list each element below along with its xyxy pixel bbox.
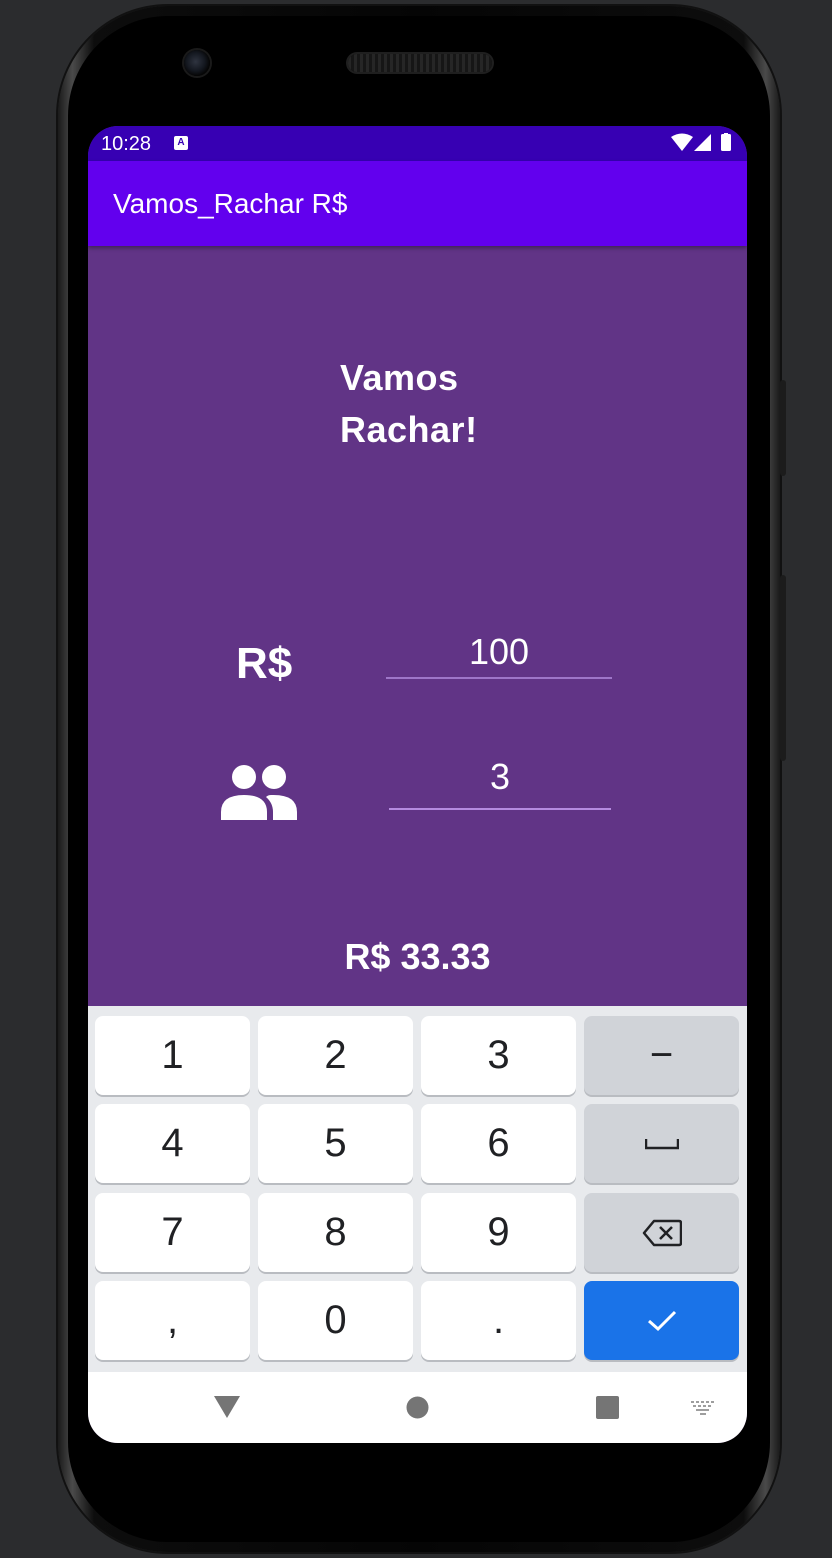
key-done[interactable] (584, 1281, 739, 1360)
amount-label: R$ (236, 639, 293, 688)
keyboard-icon[interactable] (691, 1401, 715, 1415)
recents-icon[interactable] (596, 1396, 619, 1419)
key-2[interactable]: 2 (258, 1016, 413, 1095)
key-9[interactable]: 9 (421, 1193, 576, 1272)
key-4[interactable]: 4 (95, 1104, 250, 1183)
key-dot[interactable]: . (421, 1281, 576, 1360)
check-icon (647, 1310, 676, 1331)
home-icon[interactable] (406, 1396, 429, 1419)
backspace-icon (642, 1219, 682, 1246)
status-time: 10:28 (101, 133, 152, 155)
key-8[interactable]: 8 (258, 1193, 413, 1272)
earpiece-speaker (348, 54, 492, 72)
headline-line-1: Vamos (340, 357, 459, 398)
key-6[interactable]: 6 (421, 1104, 576, 1183)
key-0[interactable]: 0 (258, 1281, 413, 1360)
key-minus[interactable]: − (584, 1016, 739, 1095)
headline: Vamos Rachar! (340, 352, 540, 456)
wifi-icon (671, 133, 693, 151)
battery-icon (721, 134, 731, 151)
back-icon[interactable] (214, 1396, 240, 1418)
key-comma[interactable]: , (95, 1281, 250, 1360)
screen: 10:28 A Vamos_Rachar R$ Vamos Rachar! R$… (88, 126, 747, 1443)
amount-input[interactable]: 100 (386, 631, 612, 673)
power-button (780, 575, 786, 761)
signal-icon (694, 134, 711, 151)
status-bar: 10:28 A (88, 126, 747, 161)
key-backspace[interactable] (584, 1193, 739, 1272)
status-icons (671, 133, 731, 151)
key-space[interactable] (584, 1104, 739, 1183)
app-bar: Vamos_Rachar R$ (88, 161, 747, 246)
space-icon (644, 1138, 679, 1149)
a-icon: A (174, 136, 188, 150)
numeric-keyboard: 1 2 3 − 4 5 6 7 8 9 , 0 . (88, 1006, 747, 1372)
people-input[interactable]: 3 (389, 756, 611, 798)
app-title: Vamos_Rachar R$ (113, 188, 348, 219)
key-3[interactable]: 3 (421, 1016, 576, 1095)
amount-underline (386, 677, 612, 679)
key-5[interactable]: 5 (258, 1104, 413, 1183)
key-7[interactable]: 7 (95, 1193, 250, 1272)
headline-line-2: Rachar! (340, 409, 478, 450)
front-camera (184, 50, 210, 76)
people-underline (389, 808, 611, 810)
key-1[interactable]: 1 (95, 1016, 250, 1095)
result-text: R$ 33.33 (344, 936, 491, 977)
navigation-bar (88, 1372, 747, 1443)
people-icon (221, 765, 297, 820)
volume-button (780, 380, 786, 476)
